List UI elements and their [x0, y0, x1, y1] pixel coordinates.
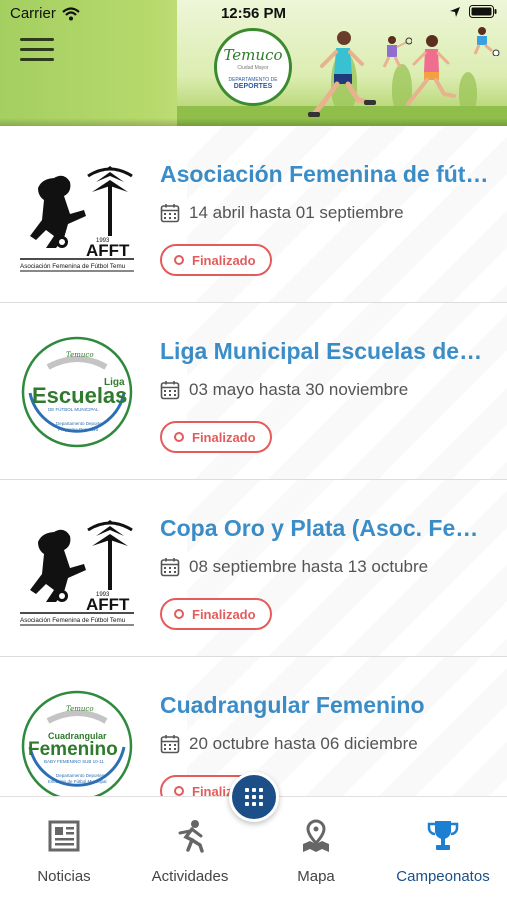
tab-label: Actividades	[151, 868, 229, 885]
calendar-icon	[160, 735, 180, 754]
status-time: 12:56 PM	[220, 5, 287, 22]
afft-caption: Asociación Femenina de Fútbol Temu	[20, 263, 126, 270]
status-dot-icon	[174, 609, 184, 619]
status-badge: Finalizado	[160, 244, 272, 276]
grid-icon	[245, 788, 263, 806]
svg-text:Temuco: Temuco	[66, 705, 94, 713]
championship-dates: 14 abril hasta 01 septiembre	[160, 203, 404, 223]
championship-title: Liga Municipal Escuelas deportivas	[160, 338, 490, 364]
status-label: Finalizado	[192, 429, 256, 445]
logo-sports: DEPORTES	[233, 83, 273, 90]
championship-card[interactable]: Temuco Liga Escuelas DE FÚTBOL MUNICIPAL…	[0, 303, 507, 480]
logo-brand: Temuco	[223, 46, 283, 64]
championship-dates: 08 septiembre hasta 13 octubre	[160, 557, 428, 577]
championship-card[interactable]: 1993 AFFT Asociación Femenina de Fútbol …	[0, 480, 507, 657]
status-dot-icon	[174, 432, 184, 442]
championship-dates: 20 octubre hasta 06 diciembre	[160, 734, 418, 754]
status-bar: Carrier 12:56 PM	[0, 0, 507, 26]
status-dot-icon	[174, 255, 184, 265]
championship-title: Asociación Femenina de fútbol Temuco	[160, 161, 490, 187]
temuco-sports-logo: Temuco Ciudad Mayor DEPARTAMENTO DE DEPO…	[214, 28, 292, 106]
calendar-icon	[160, 204, 180, 223]
soccer-player-illustration	[473, 27, 500, 56]
location-arrow-icon	[450, 6, 460, 17]
map-pin-icon	[303, 819, 329, 852]
afft-caption: Asociación Femenina de Fútbol Temu	[20, 617, 126, 624]
battery-icon	[469, 5, 497, 18]
menu-line	[20, 38, 54, 41]
afft-logo: 1993 AFFT Asociación Femenina de Fútbol …	[20, 166, 134, 272]
femenino-footer1: Departamento Deportes	[56, 773, 105, 778]
afft-acronym: AFFT	[86, 595, 130, 614]
tab-label: Campeonatos	[396, 868, 490, 885]
tab-label: Noticias	[37, 868, 91, 885]
escuelas-footer2: Programa Deportivo	[58, 427, 99, 432]
runner-icon	[178, 820, 204, 853]
status-dot-icon	[174, 786, 184, 796]
status-badge: Finalizado	[160, 421, 272, 453]
championship-dates: 03 mayo hasta 30 noviembre	[160, 380, 408, 400]
tab-campeonatos[interactable]: Campeonatos	[380, 797, 506, 900]
championship-title: Copa Oro y Plata (Asoc. Femenina)	[160, 515, 490, 541]
logo-tagline: Ciudad Mayor	[237, 65, 269, 71]
date-range: 08 septiembre hasta 13 octubre	[189, 557, 429, 576]
femenino-logo: Temuco Cuadrangular Femenino BABY FEMENI…	[21, 690, 133, 802]
status-label: Finalizado	[192, 252, 256, 268]
newspaper-icon	[48, 820, 80, 852]
championship-card[interactable]: 1993 AFFT Asociación Femenina de Fútbol …	[0, 126, 507, 303]
date-range: 20 octubre hasta 06 diciembre	[189, 734, 418, 753]
tab-noticias[interactable]: Noticias	[1, 797, 127, 900]
escuelas-sub: DE FÚTBOL MUNICIPAL	[48, 406, 99, 412]
hamburger-menu-button[interactable]	[20, 38, 54, 62]
status-label: Finalizado	[192, 606, 256, 622]
afft-logo: 1993 AFFT Asociación Femenina de Fútbol …	[20, 520, 134, 626]
femenino-sub: BABY FEMENINO SUB 10-11	[44, 759, 104, 764]
runner-illustration	[308, 31, 376, 117]
femenino-word: Femenino	[28, 739, 118, 760]
date-range: 14 abril hasta 01 septiembre	[189, 203, 404, 222]
header-shadow	[0, 118, 507, 126]
calendar-icon	[160, 381, 180, 400]
date-range: 03 mayo hasta 30 noviembre	[189, 380, 409, 399]
tennis-player-illustration	[382, 36, 412, 68]
afft-acronym: AFFT	[86, 241, 130, 260]
championship-list: 1993 AFFT Asociación Femenina de Fútbol …	[0, 126, 507, 834]
trophy-icon	[427, 821, 459, 850]
escuelas-logo: Temuco Liga Escuelas DE FÚTBOL MUNICIPAL…	[21, 336, 133, 448]
championship-title: Cuadrangular Femenino	[160, 692, 425, 718]
tab-label: Mapa	[297, 868, 335, 885]
status-badge: Finalizado	[160, 598, 272, 630]
menu-line	[20, 48, 54, 51]
menu-line	[20, 58, 54, 61]
svg-text:Temuco: Temuco	[66, 351, 94, 359]
escuelas-footer1: Departamento Deportes	[56, 421, 105, 426]
calendar-icon	[160, 558, 180, 577]
femenino-footer2: Escuelas de Fútbol Municipal	[48, 779, 107, 784]
menu-grid-button[interactable]	[229, 772, 279, 822]
escuelas-word: Escuelas	[32, 383, 127, 408]
